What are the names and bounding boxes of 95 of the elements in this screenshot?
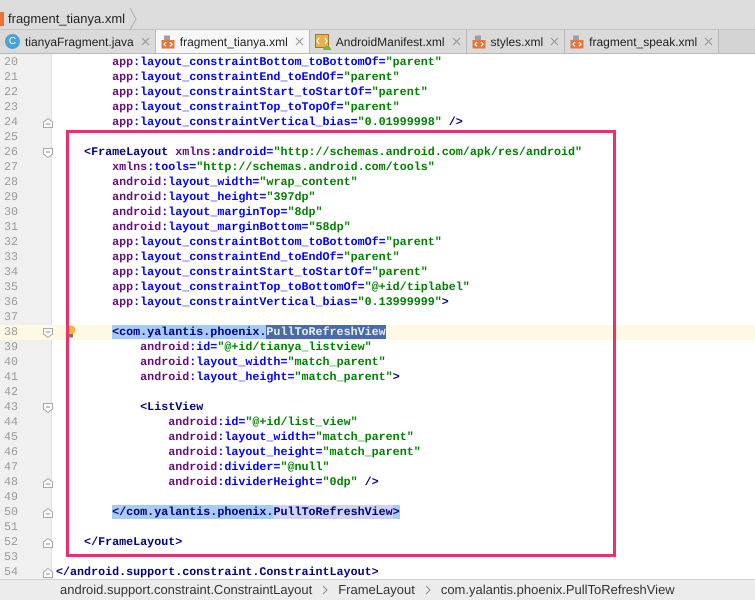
line-number: 43	[2, 398, 18, 416]
manifest-file-icon	[314, 34, 331, 50]
code-line: <FrameLayout xmlns:android="http://schemas.android.com/apk/res/android"	[83, 144, 582, 161]
line-number: 45	[2, 428, 18, 446]
code-line: android:layout_marginBottom="58dp"	[111, 218, 351, 236]
code-line: android:layout_height="match_parent">	[139, 368, 400, 386]
close-icon[interactable]	[550, 37, 560, 46]
fold-icon[interactable]	[43, 148, 53, 158]
line-number: 29	[2, 188, 18, 206]
line-number: 23	[2, 98, 18, 116]
breadcrumb-item[interactable]: FrameLayout	[338, 580, 415, 600]
line-number: 31	[2, 218, 18, 236]
code-line: android:dividerHeight="0dp" />	[167, 474, 379, 491]
line-number: 42	[2, 384, 18, 401]
chevron-icon	[424, 585, 431, 595]
line-number: 26	[2, 144, 18, 161]
code-line: </android.support.constraint.ConstraintLayout>	[56, 564, 379, 579]
xml-file-icon	[570, 34, 584, 48]
line-number: 44	[2, 414, 18, 431]
line-number: 35	[2, 278, 18, 296]
line-number: 41	[2, 368, 18, 386]
close-icon[interactable]	[452, 37, 460, 46]
code-line: android:layout_width="wrap_content"	[111, 174, 358, 191]
code-line: app:layout_constraintEnd_toEndOf="parent"	[111, 68, 400, 86]
line-number: 46	[2, 444, 18, 461]
code-line: app:layout_constraintEnd_toEndOf="parent"	[111, 248, 400, 266]
line-number: 34	[2, 264, 18, 281]
line-number: 20	[2, 54, 18, 71]
editor-tab[interactable]: styles.xml	[466, 30, 566, 53]
chevron-icon	[322, 585, 328, 595]
class-icon: C	[5, 34, 20, 49]
line-number: 52	[2, 534, 18, 551]
tab-label: tianyaFragment.java	[25, 34, 134, 50]
code-line: app:layout_constraintBottom_toBottomOf="parent"	[111, 234, 442, 251]
editor-tab[interactable]: AndroidManifest.xml	[310, 30, 466, 53]
code-line: android:id="@+id/list_view"	[167, 414, 358, 431]
line-number: 27	[2, 158, 18, 176]
line-number: 24	[2, 114, 18, 131]
line-number: 47	[2, 458, 18, 476]
xml-file-icon	[472, 34, 486, 48]
line-number: 21	[2, 68, 18, 86]
close-icon[interactable]	[140, 37, 150, 46]
code-line: android:layout_marginTop="8dp"	[111, 204, 323, 221]
editor-tab[interactable]: C tianyaFragment.java	[0, 30, 156, 53]
code-line: </FrameLayout>	[83, 534, 182, 551]
code-line: app:layout_constraintVertical_bias="0.13999999">	[111, 294, 449, 311]
line-number: 48	[2, 474, 18, 491]
line-number: 38	[2, 324, 18, 341]
code-line: app:layout_constraintTop_toTopOf="parent"	[111, 98, 400, 116]
tab-label: fragment_speak.xml	[589, 34, 698, 50]
line-number: 22	[2, 84, 18, 101]
close-icon[interactable]	[294, 37, 304, 46]
code-line: android:divider="@null"	[167, 458, 330, 476]
chevron-icon	[129, 8, 138, 30]
code-line: <ListView	[139, 398, 204, 416]
breadcrumb-item[interactable]: com.yalantis.phoenix.PullToRefreshView	[440, 580, 675, 600]
code-line: app:layout_constraintStart_toStartOf="parent"	[111, 264, 428, 281]
code-line: app:layout_constraintTop_toBottomOf="@+id/tiplabel"	[111, 278, 470, 296]
code-line: android:layout_height="397dp"	[111, 188, 316, 206]
line-number: 32	[2, 234, 18, 251]
line-number: 37	[2, 308, 18, 326]
line-number: 51	[2, 518, 18, 536]
code-line: xmlns:tools="http://schemas.android.com/tools"	[111, 158, 435, 176]
close-icon[interactable]	[704, 37, 714, 46]
line-number: 36	[2, 294, 18, 311]
code-line: app:layout_constraintBottom_toBottomOf="parent"	[111, 54, 442, 71]
code-line: </com.yalantis.phoenix.PullToRefreshView>	[111, 504, 400, 521]
code-line: <com.yalantis.phoenix.PullToRefreshView	[111, 324, 386, 341]
breadcrumb-item[interactable]: android.support.constraint.ConstraintLayout	[60, 580, 312, 600]
line-number: 28	[2, 174, 18, 191]
line-number: 50	[2, 504, 18, 521]
lightbulb-icon[interactable]	[66, 324, 76, 338]
tab-label: AndroidManifest.xml	[336, 34, 444, 50]
code-line: app:layout_constraintVertical_bias="0.01999998" />	[111, 114, 463, 131]
fold-icon[interactable]	[43, 328, 53, 338]
code-line: android:layout_width="match_parent"	[167, 428, 414, 446]
code-line: app:layout_constraintStart_toStartOf="parent"	[111, 84, 428, 101]
xml-file-icon	[160, 34, 175, 48]
line-number: 33	[2, 248, 18, 266]
line-number: 30	[2, 204, 18, 221]
file-breadcrumb[interactable]: fragment_tianya.xml	[8, 8, 126, 28]
line-number: 49	[2, 488, 18, 506]
editor-tab[interactable]: fragment_speak.xml	[565, 30, 720, 53]
editor-tab[interactable]: fragment_tianya.xml	[156, 30, 310, 53]
tab-label: styles.xml	[490, 34, 544, 50]
tab-label: fragment_tianya.xml	[180, 34, 288, 50]
fold-icon[interactable]	[43, 402, 53, 412]
line-number: 53	[2, 548, 18, 566]
line-number: 40	[2, 354, 18, 371]
line-number: 54	[2, 564, 18, 579]
line-number: 25	[2, 128, 18, 146]
line-number: 39	[2, 338, 18, 356]
code-line: android:id="@+id/tianya_listview"	[139, 338, 372, 356]
code-line: android:layout_height="match_parent"	[167, 444, 421, 461]
code-line: android:layout_width="match_parent"	[139, 354, 386, 371]
